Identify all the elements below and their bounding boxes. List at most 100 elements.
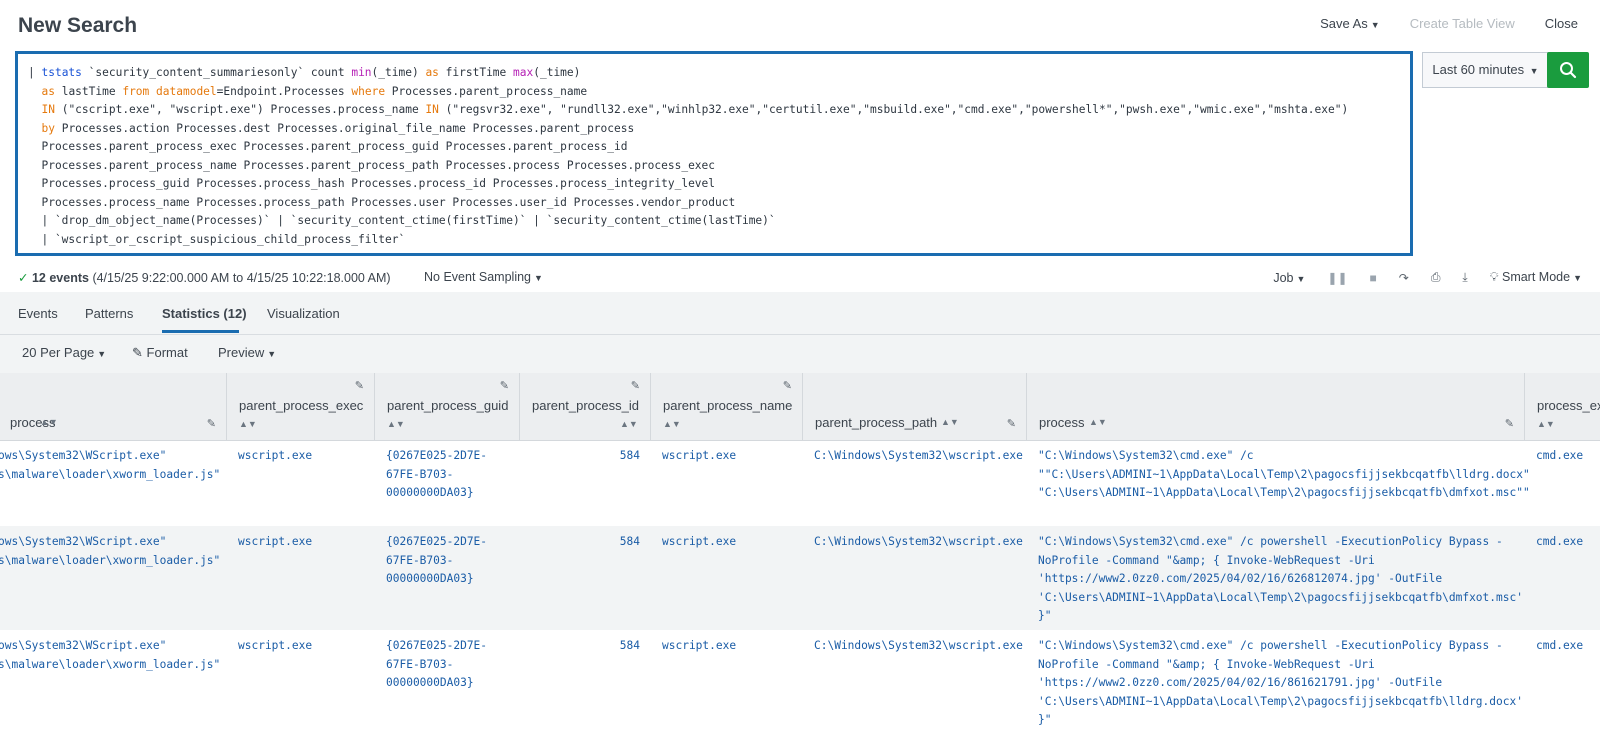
search-query-token: firstTime [438,66,514,79]
save-as-label: Save As [1320,16,1368,31]
column-header-parent-process-guid[interactable]: ✎ parent_process_guid ▲▼ [375,373,520,440]
page-title: New Search [18,14,138,37]
export-icon[interactable]: ⤓ [1462,270,1467,285]
search-mode-dropdown[interactable]: 💡︎ Smart Mode ▼ [1490,270,1582,285]
lightbulb-icon: 💡︎ [1489,270,1499,284]
pencil-icon[interactable]: ✎ [207,417,216,430]
column-label: parent_process_exec [239,398,364,413]
pencil-icon[interactable]: ✎ [500,379,509,392]
pencil-icon[interactable]: ✎ [1505,417,1514,430]
search-query-token: `security_content_summariesonly` count [81,66,352,79]
search-query-token [28,103,41,116]
cell-parent-process-exec[interactable]: wscript.exe [238,533,312,552]
top-actions: Save As ▼ Create Table View Close [1320,16,1578,31]
event-sampling-dropdown[interactable]: No Event Sampling ▼ [424,270,543,284]
search-query-token: tstats [41,66,82,79]
cell-process-cmdline[interactable]: "C:\Windows\System32\cmd.exe" /c ""C:\Us… [1038,447,1530,503]
search-query-text[interactable]: | tstats `security_content_summariesonly… [28,64,1348,249]
cell-parent-process-id[interactable]: 584 [560,637,640,656]
per-page-label: 20 Per Page [22,345,95,360]
column-header-parent-process-name[interactable]: ✎ parent_process_name ▲▼ [651,373,803,440]
format-button[interactable]: ✎ Format [132,345,188,361]
pencil-icon[interactable]: ✎ [783,379,792,392]
cell-process-cmdline[interactable]: "C:\Windows\System32\cmd.exe" /c powersh… [1038,533,1523,626]
cell-parent-process-exec[interactable]: wscript.exe [238,447,312,466]
save-as-button[interactable]: Save As ▼ [1320,16,1380,31]
cell-process: ows\System32\WScript.exe" s\malware\load… [0,535,221,567]
job-label: Job [1273,270,1294,285]
cell-process-exec[interactable]: cmd.exe [1536,533,1583,552]
close-button[interactable]: Close [1545,16,1578,31]
sort-icon[interactable]: ▲▼ [941,417,959,427]
search-query-input[interactable]: | tstats `security_content_summariesonly… [15,51,1413,256]
search-query-token [28,122,41,135]
cell-parent-process-guid[interactable]: {0267E025-2D7E- 67FE-B703- 00000000DA03} [386,447,487,503]
sort-icon[interactable]: ▲▼ [663,419,681,429]
search-query-token: datamodel [156,84,217,98]
search-query-token [28,85,41,98]
cell-parent-process-path[interactable]: C:\Windows\System32\wscript.exe [814,533,1023,552]
search-query-line: | tstats `security_content_summariesonly… [28,64,1348,83]
cell-process-cmdline[interactable]: "C:\Windows\System32\cmd.exe" /c powersh… [1038,637,1523,730]
pause-icon[interactable]: ❚❚ [1327,271,1347,285]
cell-parent-process-name[interactable]: wscript.exe [662,637,736,656]
search-query-line: IN ("cscript.exe", "wscript.exe") Proces… [28,101,1348,120]
search-query-token: | `drop_dm_object_name(Processes)` | `se… [28,214,776,227]
time-range-picker[interactable]: Last 60 minutes ▼ [1422,52,1548,88]
job-controls: Job ▼ ❚❚ ■ ↷ ⎙ ⤓ 💡︎ Smart Mode ▼ [1273,270,1582,285]
cell-parent-process-id[interactable]: 584 [560,533,640,552]
search-button[interactable] [1547,52,1589,88]
table-row[interactable]: ows\System32\WScript.exe" s\malware\load… [0,630,1600,737]
search-query-token: =Endpoint.Processes [216,84,352,98]
job-dropdown[interactable]: Job ▼ [1273,271,1305,285]
job-status-bar: ✓ 12 events (4/15/25 9:22:00.000 AM to 4… [18,270,1582,290]
cell-parent-process-name[interactable]: wscript.exe [662,447,736,466]
cell-parent-process-id[interactable]: 584 [560,447,640,466]
sort-icon[interactable]: ▲▼ [1089,417,1107,427]
column-header-process-exec[interactable]: process_ex ▲▼ [1525,373,1600,440]
cell-parent-process-name[interactable]: wscript.exe [662,533,736,552]
search-query-token: max [513,66,534,79]
search-query-token: as [41,84,55,98]
cell-parent-process-path[interactable]: C:\Windows\System32\wscript.exe [814,447,1023,466]
table-row[interactable]: ows\System32\WScript.exe" s\malware\load… [0,440,1600,526]
sort-icon[interactable]: ▲▼ [239,419,257,429]
table-header: process ▲▼ ✎ ✎ parent_process_exec ▲▼ ✎ … [0,373,1600,441]
cell-parent-process-path[interactable]: C:\Windows\System32\wscript.exe [814,637,1023,656]
stop-icon[interactable]: ■ [1370,271,1377,285]
tab-patterns[interactable]: Patterns [85,306,133,321]
per-page-dropdown[interactable]: 20 Per Page ▼ [22,345,106,360]
share-icon[interactable]: ↷ [1399,271,1409,285]
cell-process-exec[interactable]: cmd.exe [1536,447,1583,466]
column-header-parent-process-path[interactable]: parent_process_path ▲▼ ✎ [803,373,1027,440]
tab-visualization[interactable]: Visualization [267,306,340,321]
column-header-process[interactable]: process ▲▼ ✎ [0,373,227,440]
pencil-icon[interactable]: ✎ [355,379,364,392]
cell-parent-process-exec[interactable]: wscript.exe [238,637,312,656]
search-query-token: (_time) [371,66,426,79]
print-icon[interactable]: ⎙ [1431,270,1441,285]
search-mode-label: Smart Mode [1501,270,1571,284]
sort-icon[interactable]: ▲▼ [387,419,405,429]
cell-parent-process-guid[interactable]: {0267E025-2D7E- 67FE-B703- 00000000DA03} [386,637,487,693]
sort-icon[interactable]: ▲▼ [1537,419,1555,429]
table-row[interactable]: ows\System32\WScript.exe" s\malware\load… [0,526,1600,630]
tab-events[interactable]: Events [18,306,58,321]
column-label: parent_process_id [532,398,639,413]
search-query-line: | `drop_dm_object_name(Processes)` | `se… [28,212,1348,231]
column-header-parent-process-id[interactable]: ✎ parent_process_id ▲▼ [520,373,651,440]
sort-icon[interactable]: ▲▼ [620,419,638,429]
pencil-icon[interactable]: ✎ [1007,417,1016,430]
preview-dropdown[interactable]: Preview ▼ [218,345,276,360]
column-header-process-cmdline[interactable]: process ▲▼ ✎ [1027,373,1525,440]
tab-statistics[interactable]: Statistics (12) [162,306,247,321]
pencil-icon[interactable]: ✎ [631,379,640,392]
chevron-down-icon: ▼ [1573,273,1582,283]
create-table-view-button[interactable]: Create Table View [1410,16,1515,31]
cell-process-exec[interactable]: cmd.exe [1536,637,1583,656]
column-header-parent-process-exec[interactable]: ✎ parent_process_exec ▲▼ [227,373,375,440]
check-icon: ✓ [18,271,29,285]
cell-parent-process-guid[interactable]: {0267E025-2D7E- 67FE-B703- 00000000DA03} [386,533,487,589]
sort-icon[interactable]: ▲▼ [40,417,58,427]
column-label: process_ex [1537,398,1600,413]
